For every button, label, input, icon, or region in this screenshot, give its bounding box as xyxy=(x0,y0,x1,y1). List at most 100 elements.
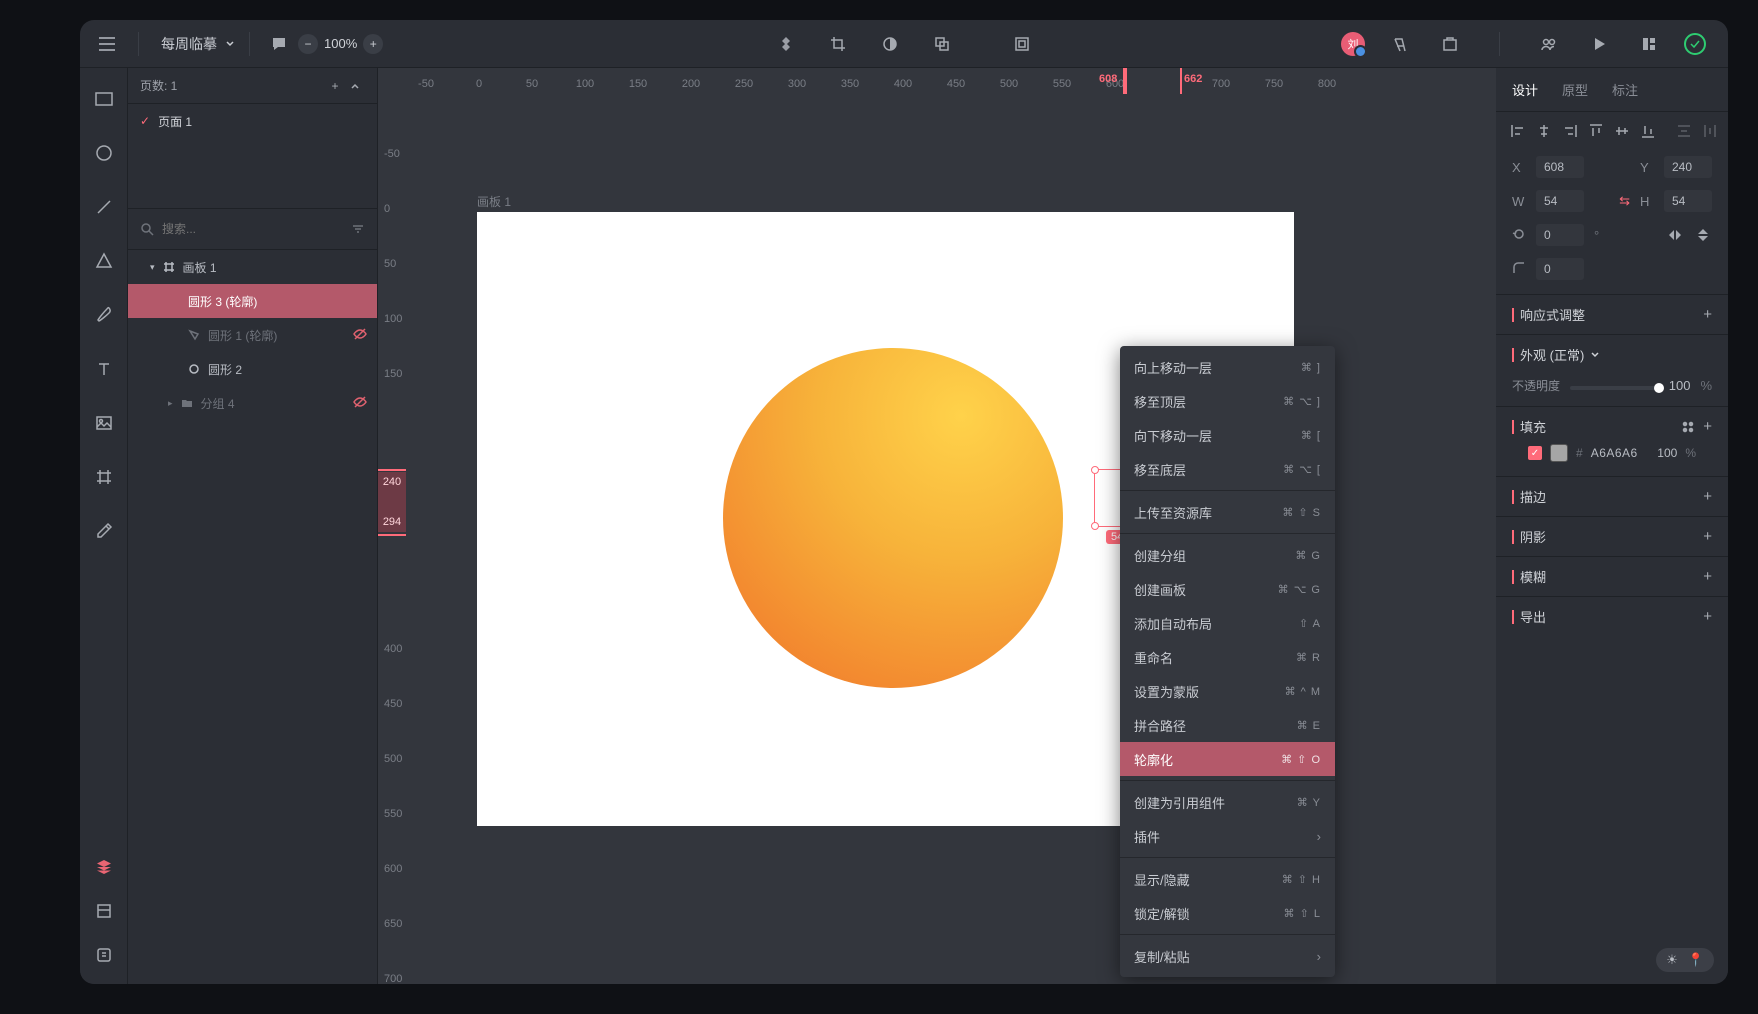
history-panel-icon[interactable] xyxy=(89,940,119,970)
line-tool[interactable] xyxy=(89,192,119,222)
add-blur-button[interactable]: + xyxy=(1703,568,1712,585)
opacity-value[interactable]: 100 xyxy=(1669,378,1691,393)
align-hcenter-icon[interactable] xyxy=(1536,122,1552,140)
align-left-icon[interactable] xyxy=(1510,122,1526,140)
layer-item-hidden[interactable]: 圆形 1 (轮廓) xyxy=(128,318,377,352)
layout-icon[interactable] xyxy=(1634,29,1664,59)
add-page-button[interactable]: + xyxy=(325,71,345,101)
add-shadow-button[interactable]: + xyxy=(1703,528,1712,545)
ctx-rename[interactable]: 重命名⌘ R xyxy=(1120,640,1335,674)
tab-annotate[interactable]: 标注 xyxy=(1612,80,1638,99)
link-wh-icon[interactable]: ⇆ xyxy=(1619,193,1630,209)
zoom-out-button[interactable]: − xyxy=(298,34,318,54)
layers-panel-icon[interactable] xyxy=(89,852,119,882)
ctx-to-bottom[interactable]: 移至底层⌘ ⌥ [ xyxy=(1120,452,1335,486)
flip-v-icon[interactable] xyxy=(1694,226,1712,244)
tab-prototype[interactable]: 原型 xyxy=(1562,80,1588,99)
ctx-move-down[interactable]: 向下移动一层⌘ [ xyxy=(1120,418,1335,452)
boolean-icon[interactable] xyxy=(927,29,957,59)
layer-item-selected[interactable]: 圆形 3 (轮廓) xyxy=(128,284,377,318)
add-fill-button[interactable]: + xyxy=(1703,418,1712,435)
selection-handle[interactable] xyxy=(1091,466,1099,474)
layer-group-hidden[interactable]: ▸ 分组 4 xyxy=(128,386,377,420)
ellipse-tool[interactable] xyxy=(89,138,119,168)
circle-shape[interactable] xyxy=(723,348,1063,688)
ctx-showhide[interactable]: 显示/隐藏⌘ ⇧ H xyxy=(1120,862,1335,896)
chevron-down-icon[interactable] xyxy=(1590,350,1600,360)
page-item[interactable]: ✓ 页面 1 xyxy=(128,104,377,138)
distribute-v-icon[interactable] xyxy=(1676,122,1692,140)
theme-toggle[interactable]: ☀ 📍 xyxy=(1656,948,1714,972)
ctx-autolayout[interactable]: 添加自动布局⇧ A xyxy=(1120,606,1335,640)
fill-hex[interactable]: A6A6A6 xyxy=(1591,446,1638,460)
polygon-tool[interactable] xyxy=(89,246,119,276)
opacity-slider[interactable] xyxy=(1570,386,1659,390)
crop-icon[interactable] xyxy=(823,29,853,59)
layer-item[interactable]: 圆形 2 xyxy=(128,352,377,386)
comment-icon[interactable] xyxy=(264,29,294,59)
align-bottom-icon[interactable] xyxy=(1640,122,1656,140)
component-icon[interactable] xyxy=(771,29,801,59)
ctx-move-up[interactable]: 向上移动一层⌘ ] xyxy=(1120,350,1335,384)
library-panel-icon[interactable] xyxy=(89,896,119,926)
share-icon[interactable] xyxy=(1534,29,1564,59)
tab-design[interactable]: 设计 xyxy=(1512,80,1538,99)
align-right-icon[interactable] xyxy=(1562,122,1578,140)
ctx-lock[interactable]: 锁定/解锁⌘ ⇧ L xyxy=(1120,896,1335,930)
ctx-combine[interactable]: 拼合路径⌘ E xyxy=(1120,708,1335,742)
filter-icon[interactable] xyxy=(351,222,365,236)
frame-tool[interactable] xyxy=(89,462,119,492)
saved-indicator[interactable] xyxy=(1684,33,1706,55)
rectangle-tool[interactable] xyxy=(89,84,119,114)
add-export-button[interactable]: + xyxy=(1703,608,1712,625)
ctx-group[interactable]: 创建分组⌘ G xyxy=(1120,538,1335,572)
selection-handle[interactable] xyxy=(1091,522,1099,530)
ctx-plugin[interactable]: 插件› xyxy=(1120,819,1335,853)
visibility-icon[interactable] xyxy=(353,395,367,412)
user-avatar[interactable]: 刘 xyxy=(1341,32,1365,56)
flip-h-icon[interactable] xyxy=(1666,226,1684,244)
ctx-instance[interactable]: 创建为引用组件⌘ Y xyxy=(1120,785,1335,819)
ctx-artboard[interactable]: 创建画板⌘ ⌥ G xyxy=(1120,572,1335,606)
frame-tool-icon[interactable] xyxy=(1007,29,1037,59)
collapse-pages-button[interactable] xyxy=(345,71,365,101)
ctx-mask[interactable]: 设置为蒙版⌘ ^ M xyxy=(1120,674,1335,708)
menu-button[interactable] xyxy=(90,27,124,61)
ctx-upload[interactable]: 上传至资源库⌘ ⇧ S xyxy=(1120,495,1335,529)
artboard-label[interactable]: 画板 1 xyxy=(477,193,511,210)
radius-input[interactable]: 0 xyxy=(1536,258,1584,280)
zoom-in-button[interactable]: + xyxy=(363,34,383,54)
pen-tool[interactable] xyxy=(89,300,119,330)
distribute-h-icon[interactable] xyxy=(1702,122,1718,140)
play-icon[interactable] xyxy=(1584,29,1614,59)
y-input[interactable]: 240 xyxy=(1664,156,1712,178)
text-tool[interactable] xyxy=(89,354,119,384)
canvas[interactable]: -50 0 50 100 150 200 250 300 350 400 450… xyxy=(378,68,1496,984)
fill-settings-icon[interactable] xyxy=(1679,418,1697,436)
search-input[interactable] xyxy=(162,222,343,236)
assets-icon[interactable] xyxy=(1435,29,1465,59)
eyedropper-tool[interactable] xyxy=(89,516,119,546)
add-stroke-button[interactable]: + xyxy=(1703,488,1712,505)
mask-icon[interactable] xyxy=(875,29,905,59)
ctx-separator xyxy=(1120,934,1335,935)
align-vcenter-icon[interactable] xyxy=(1614,122,1630,140)
x-input[interactable]: 608 xyxy=(1536,156,1584,178)
document-title-dropdown[interactable]: 每周临摹 xyxy=(161,34,235,54)
text-style-icon[interactable] xyxy=(1385,29,1415,59)
rotation-input[interactable]: 0 xyxy=(1536,224,1584,246)
h-input[interactable]: 54 xyxy=(1664,190,1712,212)
add-constraint-button[interactable]: + xyxy=(1703,306,1712,323)
ctx-to-top[interactable]: 移至顶层⌘ ⌥ ] xyxy=(1120,384,1335,418)
visibility-icon[interactable] xyxy=(353,327,367,344)
zoom-value[interactable]: 100% xyxy=(324,36,357,51)
ctx-copypaste[interactable]: 复制/粘贴› xyxy=(1120,939,1335,973)
ctx-outline[interactable]: 轮廓化⌘ ⇧ O xyxy=(1120,742,1335,776)
fill-enabled-checkbox[interactable]: ✓ xyxy=(1528,446,1542,460)
fill-swatch[interactable] xyxy=(1550,444,1568,462)
layer-artboard[interactable]: ▾ 画板 1 xyxy=(128,250,377,284)
w-input[interactable]: 54 xyxy=(1536,190,1584,212)
align-top-icon[interactable] xyxy=(1588,122,1604,140)
fill-opacity[interactable]: 100 xyxy=(1657,446,1677,460)
image-tool[interactable] xyxy=(89,408,119,438)
